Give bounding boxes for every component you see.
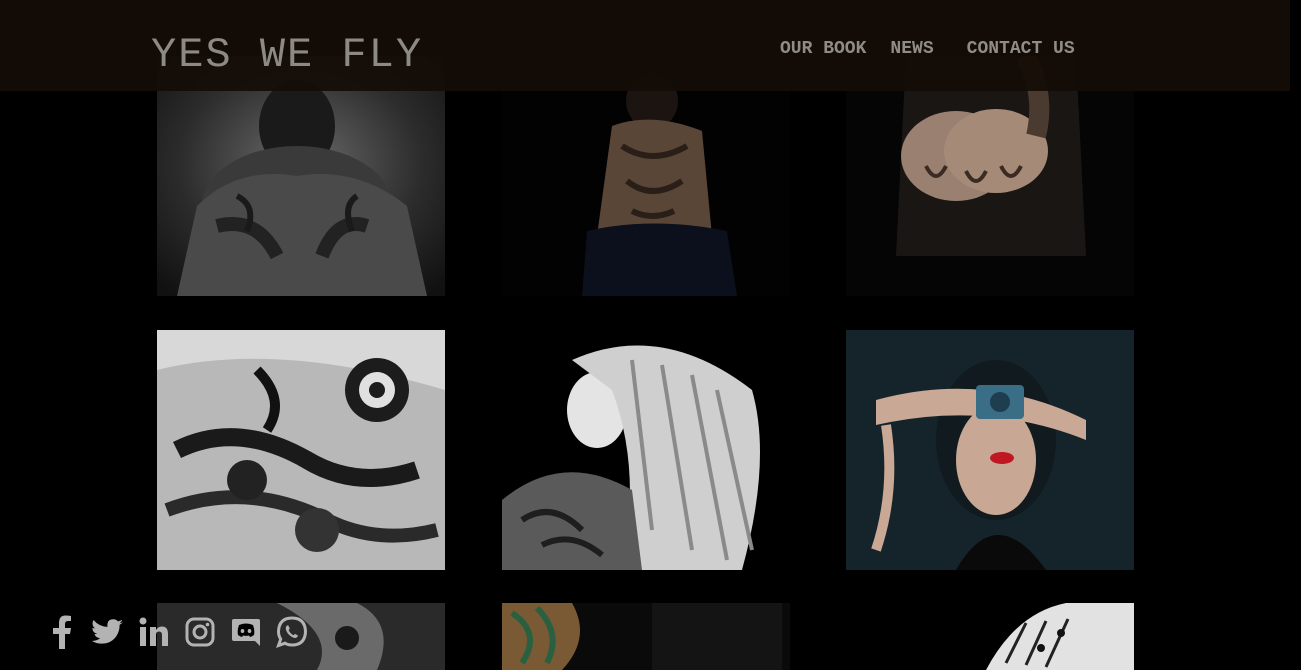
nav-our-book[interactable]: OUR BOOK — [780, 38, 866, 60]
gallery-image-camera-tattoo-woman[interactable] — [846, 330, 1134, 570]
site-header: YES WE FLY OUR BOOK NEWS CONTACT US — [0, 0, 1290, 91]
gallery-image-dreadlocks-woman[interactable] — [502, 330, 790, 570]
nav-contact-us[interactable]: CONTACT US — [967, 38, 1075, 60]
main-navigation: OUR BOOK NEWS CONTACT US — [780, 38, 1075, 60]
instagram-icon[interactable] — [184, 614, 216, 650]
discord-icon[interactable] — [230, 614, 262, 650]
whatsapp-icon[interactable] — [276, 614, 308, 650]
site-logo[interactable]: YES WE FLY — [151, 30, 423, 80]
nav-news[interactable]: NEWS — [890, 38, 933, 60]
photo-gallery — [0, 0, 1301, 670]
gallery-image-rose-sleeve[interactable] — [157, 330, 445, 570]
linkedin-icon[interactable] — [138, 614, 170, 650]
gallery-image-partial-3[interactable] — [846, 603, 1134, 670]
gallery-image-tattooed-hands[interactable] — [846, 56, 1134, 296]
gallery-image-partial-2[interactable] — [502, 603, 790, 670]
twitter-icon[interactable] — [92, 614, 124, 650]
social-links — [46, 614, 308, 650]
gallery-image-tattooed-man[interactable] — [157, 56, 445, 296]
facebook-icon[interactable] — [46, 614, 78, 650]
gallery-image-woman-back-tattoo[interactable] — [502, 56, 790, 296]
